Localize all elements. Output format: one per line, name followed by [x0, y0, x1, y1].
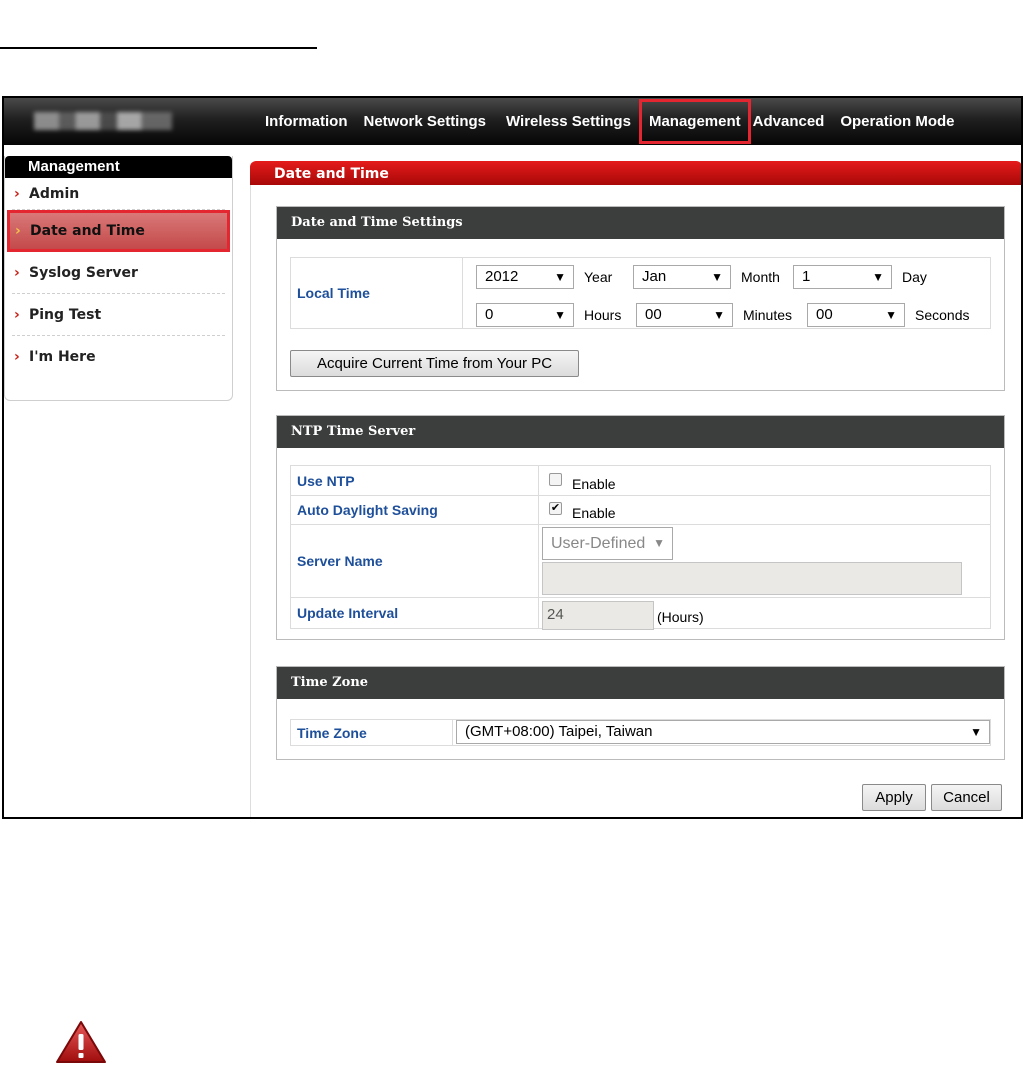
cancel-button[interactable]: Cancel — [931, 784, 1002, 811]
sidebar-item-label: Date and Time — [30, 223, 145, 239]
day-label: Day — [902, 269, 927, 285]
seconds-value: 00 — [816, 306, 833, 323]
triangle-down-icon: ▼ — [554, 308, 566, 322]
triangle-down-icon: ▼ — [653, 536, 665, 550]
triangle-down-icon: ▼ — [713, 308, 725, 322]
use-ntp-checkbox[interactable] — [549, 473, 562, 486]
section-heading: NTP Time Server — [277, 416, 1004, 448]
main-nav: Information Network Settings Wireless Se… — [257, 98, 963, 145]
sidebar-item-admin[interactable]: › Admin — [12, 178, 225, 210]
hours-select[interactable]: 0 ▼ — [476, 303, 574, 327]
time-zone-value: (GMT+08:00) Taipei, Taiwan — [465, 723, 653, 740]
sidebar: Management › Admin › Date and Time › Sys… — [4, 156, 233, 401]
year-select[interactable]: 2012 ▼ — [476, 265, 574, 289]
triangle-down-icon: ▼ — [554, 270, 566, 284]
acquire-time-button[interactable]: Acquire Current Time from Your PC — [290, 350, 579, 377]
section-heading: Date and Time Settings — [277, 207, 1004, 239]
nav-tab-advanced[interactable]: Advanced — [751, 98, 833, 145]
server-custom-input[interactable] — [542, 562, 962, 595]
server-name-select[interactable]: User-Defined ▼ — [542, 527, 673, 560]
nav-tab-operation-mode[interactable]: Operation Mode — [832, 98, 962, 145]
document-heading-underline — [0, 47, 317, 49]
time-zone-select[interactable]: (GMT+08:00) Taipei, Taiwan ▼ — [456, 720, 990, 744]
auto-dst-enable-label: Enable — [572, 505, 616, 521]
chevron-right-icon: › — [14, 349, 20, 365]
hours-value: 0 — [485, 306, 494, 323]
sidebar-item-label: I'm Here — [29, 349, 96, 365]
sidebar-item-date-and-time[interactable]: › Date and Time — [7, 210, 230, 252]
triangle-down-icon: ▼ — [872, 270, 884, 284]
sidebar-item-label: Admin — [29, 185, 80, 202]
triangle-down-icon: ▼ — [711, 270, 723, 284]
sidebar-item-label: Syslog Server — [29, 264, 138, 281]
chevron-right-icon: › — [14, 306, 20, 323]
update-interval-input[interactable]: 24 — [542, 601, 654, 630]
sidebar-item-im-here[interactable]: › I'm Here — [12, 336, 225, 378]
nav-tab-wireless-settings[interactable]: Wireless Settings — [498, 98, 639, 145]
sidebar-item-ping-test[interactable]: › Ping Test — [12, 294, 225, 336]
hours-label: Hours — [584, 307, 622, 323]
use-ntp-label: Use NTP — [290, 465, 539, 496]
nav-tab-network-settings[interactable]: Network Settings — [356, 98, 495, 145]
local-time-label: Local Time — [290, 257, 463, 329]
apply-button[interactable]: Apply — [862, 784, 926, 811]
use-ntp-enable-label: Enable — [572, 476, 616, 492]
day-select[interactable]: 1 ▼ — [793, 265, 892, 289]
chevron-right-icon: › — [15, 223, 21, 239]
update-interval-unit: (Hours) — [657, 609, 704, 625]
router-ui-window: Information Network Settings Wireless Se… — [2, 96, 1023, 819]
chevron-right-icon: › — [14, 185, 20, 202]
triangle-down-icon: ▼ — [885, 308, 897, 322]
sidebar-title: Management — [5, 156, 232, 178]
month-value: Jan — [642, 268, 667, 285]
top-navigation-bar: Information Network Settings Wireless Se… — [4, 98, 1021, 145]
sidebar-item-syslog-server[interactable]: › Syslog Server — [12, 252, 225, 294]
day-value: 1 — [802, 268, 811, 285]
nav-tab-information[interactable]: Information — [257, 98, 356, 145]
nav-tab-management[interactable]: Management — [638, 99, 751, 144]
year-value: 2012 — [485, 268, 519, 285]
year-label: Year — [584, 269, 613, 285]
time-zone-label: Time Zone — [290, 719, 453, 746]
triangle-down-icon: ▼ — [970, 725, 982, 739]
server-name-value: User-Defined — [551, 535, 646, 552]
seconds-label: Seconds — [915, 307, 970, 323]
brand-logo-blurred — [34, 112, 172, 130]
minutes-label: Minutes — [743, 307, 793, 323]
update-interval-label: Update Interval — [290, 597, 539, 629]
seconds-select[interactable]: 00 ▼ — [807, 303, 905, 327]
auto-dst-label: Auto Daylight Saving — [290, 495, 539, 525]
month-label: Month — [741, 269, 780, 285]
auto-dst-checkbox[interactable]: ✔ — [549, 502, 562, 515]
sidebar-item-label: Ping Test — [29, 306, 102, 323]
minutes-value: 00 — [645, 306, 662, 323]
minutes-select[interactable]: 00 ▼ — [636, 303, 733, 327]
warning-triangle-icon — [56, 1021, 106, 1063]
month-select[interactable]: Jan ▼ — [633, 265, 731, 289]
chevron-right-icon: › — [14, 264, 20, 281]
section-heading: Time Zone — [277, 667, 1004, 699]
server-name-label: Server Name — [290, 524, 539, 598]
panel-title: Date and Time — [250, 161, 1021, 185]
